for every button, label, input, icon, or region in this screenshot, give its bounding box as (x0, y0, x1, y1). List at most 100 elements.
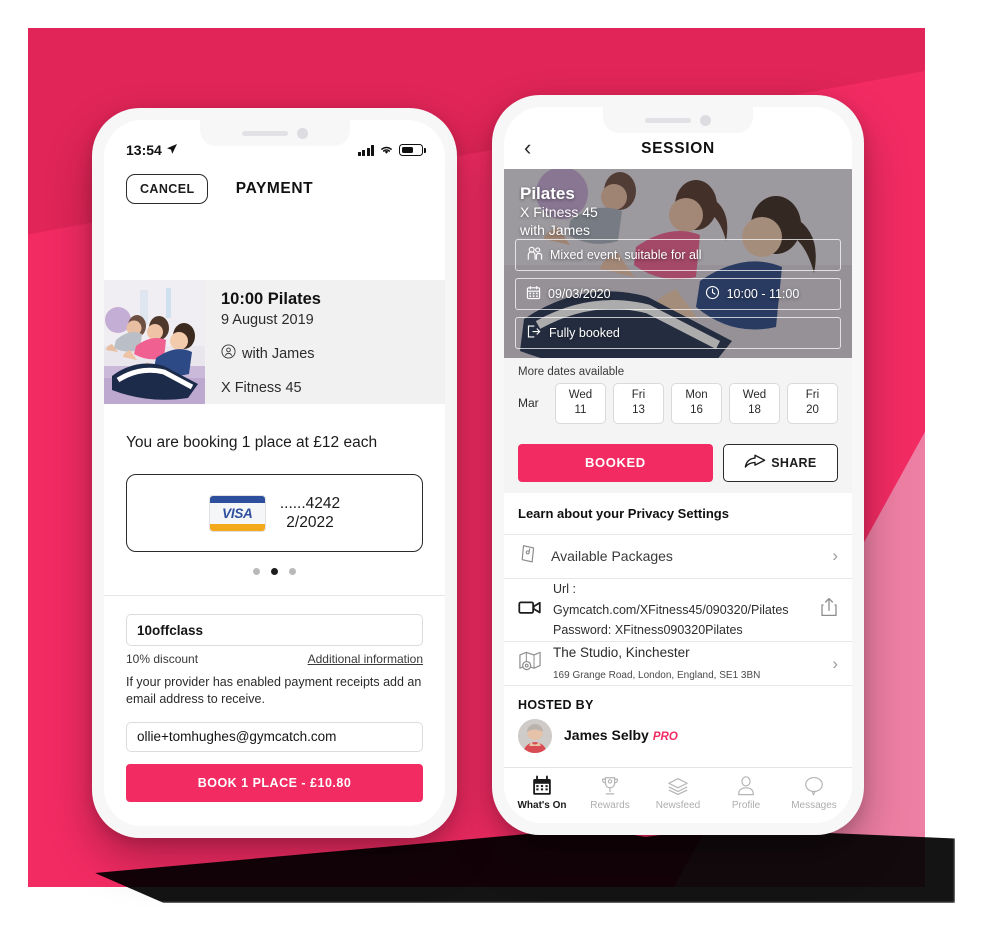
pill-audience-text: Mixed event, suitable for all (550, 247, 702, 262)
date-chip-day: Wed (742, 389, 767, 402)
privacy-settings-label: Learn about your Privacy Settings (518, 505, 729, 521)
payment-screen: 13:54 CANCEL PAYMENT 10:00 Pilates 9 Aug… (104, 120, 445, 826)
page-title: SESSION (641, 139, 715, 157)
phone-left-screen-bezel: 13:54 CANCEL PAYMENT 10:00 Pilates 9 Aug… (104, 120, 445, 826)
phone-notch (199, 120, 350, 146)
receipt-note: If your provider has enabled payment rec… (126, 675, 422, 706)
tab-label: Rewards (590, 800, 630, 811)
people-icon (526, 246, 543, 264)
date-chip-num: 18 (748, 404, 761, 417)
date-chip-row: Mar Wed 11 Fri 13 Mon 16 Wed 18 Fri 20 (518, 382, 838, 424)
hero-subtitle: X Fitness 45 (520, 204, 598, 221)
video-url: Url : Gymcatch.com/XFitness45/090320/Pil… (553, 581, 789, 617)
available-packages-row[interactable]: Available Packages › (504, 534, 852, 579)
host-name-wrap: James Selby PRO (564, 727, 678, 745)
pro-badge: PRO (652, 731, 678, 743)
carousel-dot-active[interactable] (271, 568, 278, 575)
date-chip-day: Fri (805, 389, 820, 402)
pill-time-seg: 10:00 - 11:00 (705, 285, 799, 303)
pill-audience-seg: Mixed event, suitable for all (526, 246, 701, 264)
hero-instructor: with James (520, 221, 591, 238)
pill-datetime: 09/03/2020 10:00 - 11:00 (515, 277, 841, 310)
email-input[interactable]: ollie+tomhughes@gymcatch.com (126, 721, 423, 752)
carousel-dot[interactable] (289, 568, 296, 575)
share-up-icon[interactable] (820, 597, 838, 622)
layers-icon (667, 775, 689, 797)
screenshot-canvas: 13:54 CANCEL PAYMENT 10:00 Pilates 9 Aug… (0, 0, 1000, 940)
map-pin-icon (518, 650, 542, 677)
payment-navbar: CANCEL PAYMENT (104, 160, 445, 218)
share-button[interactable]: SHARE (722, 443, 838, 482)
visa-logo-icon: VISA (208, 494, 266, 532)
tab-newsfeed[interactable]: Newsfeed (644, 775, 712, 811)
session-action-row: BOOKED SHARE (504, 434, 852, 493)
video-link-row[interactable]: Url : Gymcatch.com/XFitness45/090320/Pil… (504, 578, 852, 642)
trophy-icon (599, 775, 621, 797)
status-bar-left: 13:54 (126, 142, 178, 158)
tab-messages[interactable]: Messages (780, 775, 848, 811)
date-chip-day: Wed (568, 389, 593, 402)
date-chip-num: 11 (574, 404, 587, 417)
card-number-masked: ......4242 (279, 494, 341, 512)
booked-button[interactable]: BOOKED (518, 443, 713, 482)
phone-right-session: ‹ SESSION Pilates X Fitness 45 with Jame… (492, 95, 864, 835)
bottom-tab-bar: What's On Rewards Newsfeed Profile Messa… (504, 767, 852, 823)
hero-info-pills: Mixed event, suitable for all 09/03/2020… (515, 238, 841, 349)
tab-whats-on[interactable]: What's On (508, 775, 576, 811)
phone-notch (603, 107, 753, 133)
phone-right-screen-bezel: ‹ SESSION Pilates X Fitness 45 with Jame… (504, 107, 852, 823)
additional-information-link[interactable]: Additional information (308, 652, 423, 666)
phone-left-payment: 13:54 CANCEL PAYMENT 10:00 Pilates 9 Aug… (92, 108, 457, 838)
pill-date-text: 09/03/2020 (548, 286, 611, 301)
share-arrow-icon (744, 454, 766, 472)
location-arrow-icon (166, 142, 178, 158)
date-chip[interactable]: Fri 20 (787, 382, 838, 424)
chevron-left-icon[interactable]: ‹ (524, 136, 531, 159)
earpiece-speaker (645, 117, 691, 123)
promo-code-input[interactable]: 10offclass (126, 614, 423, 646)
calendar-icon (526, 285, 541, 303)
tab-label: What's On (517, 800, 567, 811)
carousel-dot[interactable] (253, 568, 260, 575)
pill-audience: Mixed event, suitable for all (515, 238, 841, 271)
date-chip[interactable]: Wed 11 (555, 382, 606, 424)
book-place-button[interactable]: BOOK 1 PLACE - £10.80 (126, 763, 423, 802)
location-text: The Studio, Kinchester 169 Grange Road, … (553, 643, 821, 685)
pill-availability-text: Fully booked (549, 325, 620, 340)
chevron-right-icon: › (832, 546, 838, 566)
status-time: 13:54 (126, 142, 162, 158)
cancel-button[interactable]: CANCEL (126, 174, 209, 204)
avatar (518, 719, 552, 753)
date-chip-day: Mon (685, 389, 708, 402)
payment-card-tile[interactable]: VISA ......4242 2/2022 (126, 474, 423, 552)
pill-availability: Fully booked (515, 316, 841, 349)
session-summary-card[interactable]: 10:00 Pilates 9 August 2019 with James X… (104, 280, 445, 404)
more-dates-section: More dates available Mar Wed 11 Fri 13 M… (504, 357, 852, 435)
more-dates-label: More dates available (518, 365, 625, 378)
privacy-settings-row[interactable]: Learn about your Privacy Settings (504, 492, 852, 535)
session-instructor-label: with James (242, 345, 315, 362)
section-divider (104, 595, 445, 596)
wifi-icon (379, 142, 394, 158)
tab-rewards[interactable]: Rewards (576, 775, 644, 811)
session-instructor: with James (221, 344, 431, 363)
host-row[interactable]: James Selby PRO (504, 719, 852, 767)
person-circle-icon (221, 344, 236, 363)
video-camera-icon (518, 597, 542, 622)
date-chip[interactable]: Mon 16 (671, 382, 722, 424)
available-packages-label: Available Packages (551, 548, 673, 565)
location-row[interactable]: The Studio, Kinchester 169 Grange Road, … (504, 642, 852, 686)
pill-availability-seg: Fully booked (526, 324, 620, 342)
date-chip-num: 20 (806, 404, 819, 417)
date-chip[interactable]: Wed 18 (729, 382, 780, 424)
date-chip[interactable]: Fri 13 (613, 382, 664, 424)
card-expiry: 2/2022 (286, 514, 334, 531)
location-address: 169 Grange Road, London, England, SE1 3B… (553, 669, 761, 681)
video-password: Password: XFitness090320Pilates (553, 623, 743, 638)
session-hero-image: Pilates X Fitness 45 with James Mixed ev… (504, 168, 852, 358)
front-camera-icon (296, 127, 308, 139)
payment-card-details: ......4242 2/2022 (280, 494, 340, 533)
card-carousel-dots[interactable] (104, 552, 445, 575)
tab-profile[interactable]: Profile (712, 775, 780, 811)
front-camera-icon (700, 114, 711, 126)
